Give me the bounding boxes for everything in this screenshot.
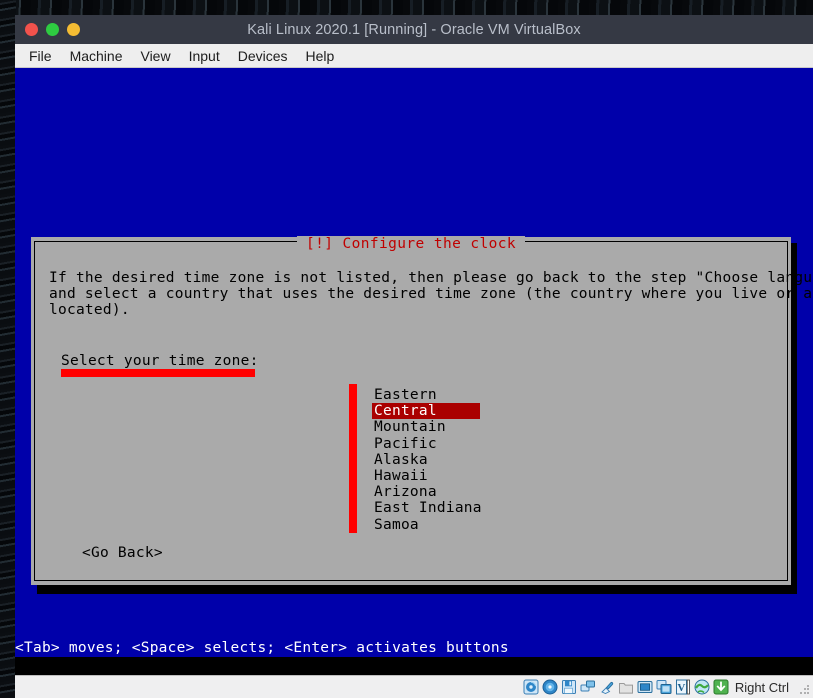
list-item[interactable]: Mountain	[372, 416, 484, 435]
hard-disk-icon[interactable]	[523, 679, 539, 695]
list-item[interactable]: Samoa	[372, 514, 484, 533]
guest-bottom-filler	[15, 657, 813, 675]
floppy-disk-icon[interactable]	[561, 679, 577, 695]
display-icon[interactable]	[637, 679, 653, 695]
select-timezone-underline	[61, 369, 255, 377]
close-button[interactable]	[25, 23, 38, 36]
vbox-statusbar: V Right Ctrl	[15, 675, 813, 698]
menu-view[interactable]: View	[131, 46, 179, 66]
virtualbox-logo-icon[interactable]: V	[675, 679, 691, 695]
host-key-label: Right Ctrl	[734, 679, 789, 695]
timezone-scrollbar[interactable]	[349, 384, 357, 533]
window-titlebar: Kali Linux 2020.1 [Running] - Oracle VM …	[15, 15, 813, 44]
keyboard-hint-line: <Tab> moves; <Space> selects; <Enter> ac…	[15, 640, 509, 656]
list-item[interactable]: Arizona	[372, 481, 484, 500]
desktop-background-left	[0, 0, 16, 698]
dialog-border: [!] Configure the clock If the desired t…	[34, 236, 813, 581]
menu-input[interactable]: Input	[180, 46, 229, 66]
dialog-title: [!] Configure the clock	[297, 236, 525, 252]
desktop-background-top	[0, 0, 813, 15]
screenshot-root: Kali Linux 2020.1 [Running] - Oracle VM …	[0, 0, 813, 698]
maximize-button[interactable]	[67, 23, 80, 36]
dialog-description: If the desired time zone is not listed, …	[49, 270, 813, 318]
shared-folder-icon[interactable]	[618, 679, 634, 695]
optical-disk-icon[interactable]	[542, 679, 558, 695]
description-line-1: If the desired time zone is not listed, …	[49, 270, 813, 286]
window-title: Kali Linux 2020.1 [Running] - Oracle VM …	[247, 21, 581, 38]
timezone-list-area: Eastern Central Mountain Pacific Alaska …	[349, 384, 484, 533]
dialog-title-bar: [!] Configure the clock	[35, 233, 787, 252]
window-controls	[25, 15, 80, 44]
list-item[interactable]: Alaska	[372, 449, 484, 468]
configure-clock-dialog: [!] Configure the clock If the desired t…	[31, 236, 813, 585]
list-item[interactable]: East Indiana	[372, 497, 484, 516]
virtualbox-window: Kali Linux 2020.1 [Running] - Oracle VM …	[15, 15, 813, 698]
menu-machine[interactable]: Machine	[61, 46, 132, 66]
list-item[interactable]: Eastern	[372, 384, 484, 403]
go-back-button[interactable]: <Go Back>	[82, 545, 163, 561]
svg-text:V: V	[677, 682, 685, 694]
description-line-2: and select a country that uses the desir…	[49, 286, 813, 302]
guest-screen[interactable]: [!] Configure the clock If the desired t…	[15, 68, 813, 675]
timezone-list[interactable]: Eastern Central Mountain Pacific Alaska …	[372, 384, 484, 533]
host-key-icon[interactable]	[713, 679, 729, 695]
resize-grip[interactable]	[799, 684, 810, 695]
timezone-samoa[interactable]: Samoa	[372, 517, 480, 533]
select-timezone-label: Select your time zone:	[61, 353, 259, 369]
go-back-area: <Go Back>	[82, 545, 163, 561]
description-line-3: located).	[49, 302, 130, 318]
menubar: File Machine View Input Devices Help	[15, 44, 813, 68]
usb-icon[interactable]	[599, 679, 615, 695]
minimize-button[interactable]	[46, 23, 59, 36]
list-item[interactable]: Central	[372, 400, 484, 420]
menu-devices[interactable]: Devices	[229, 46, 297, 66]
statusbar-icons: V	[523, 679, 729, 695]
select-timezone-prompt: Select your time zone:	[61, 353, 259, 377]
recording-icon[interactable]	[656, 679, 672, 695]
list-item[interactable]: Pacific	[372, 433, 484, 452]
mouse-integration-icon[interactable]	[694, 679, 710, 695]
menu-help[interactable]: Help	[297, 46, 344, 66]
list-item[interactable]: Hawaii	[372, 465, 484, 484]
menu-file[interactable]: File	[20, 46, 61, 66]
network-icon[interactable]	[580, 679, 596, 695]
